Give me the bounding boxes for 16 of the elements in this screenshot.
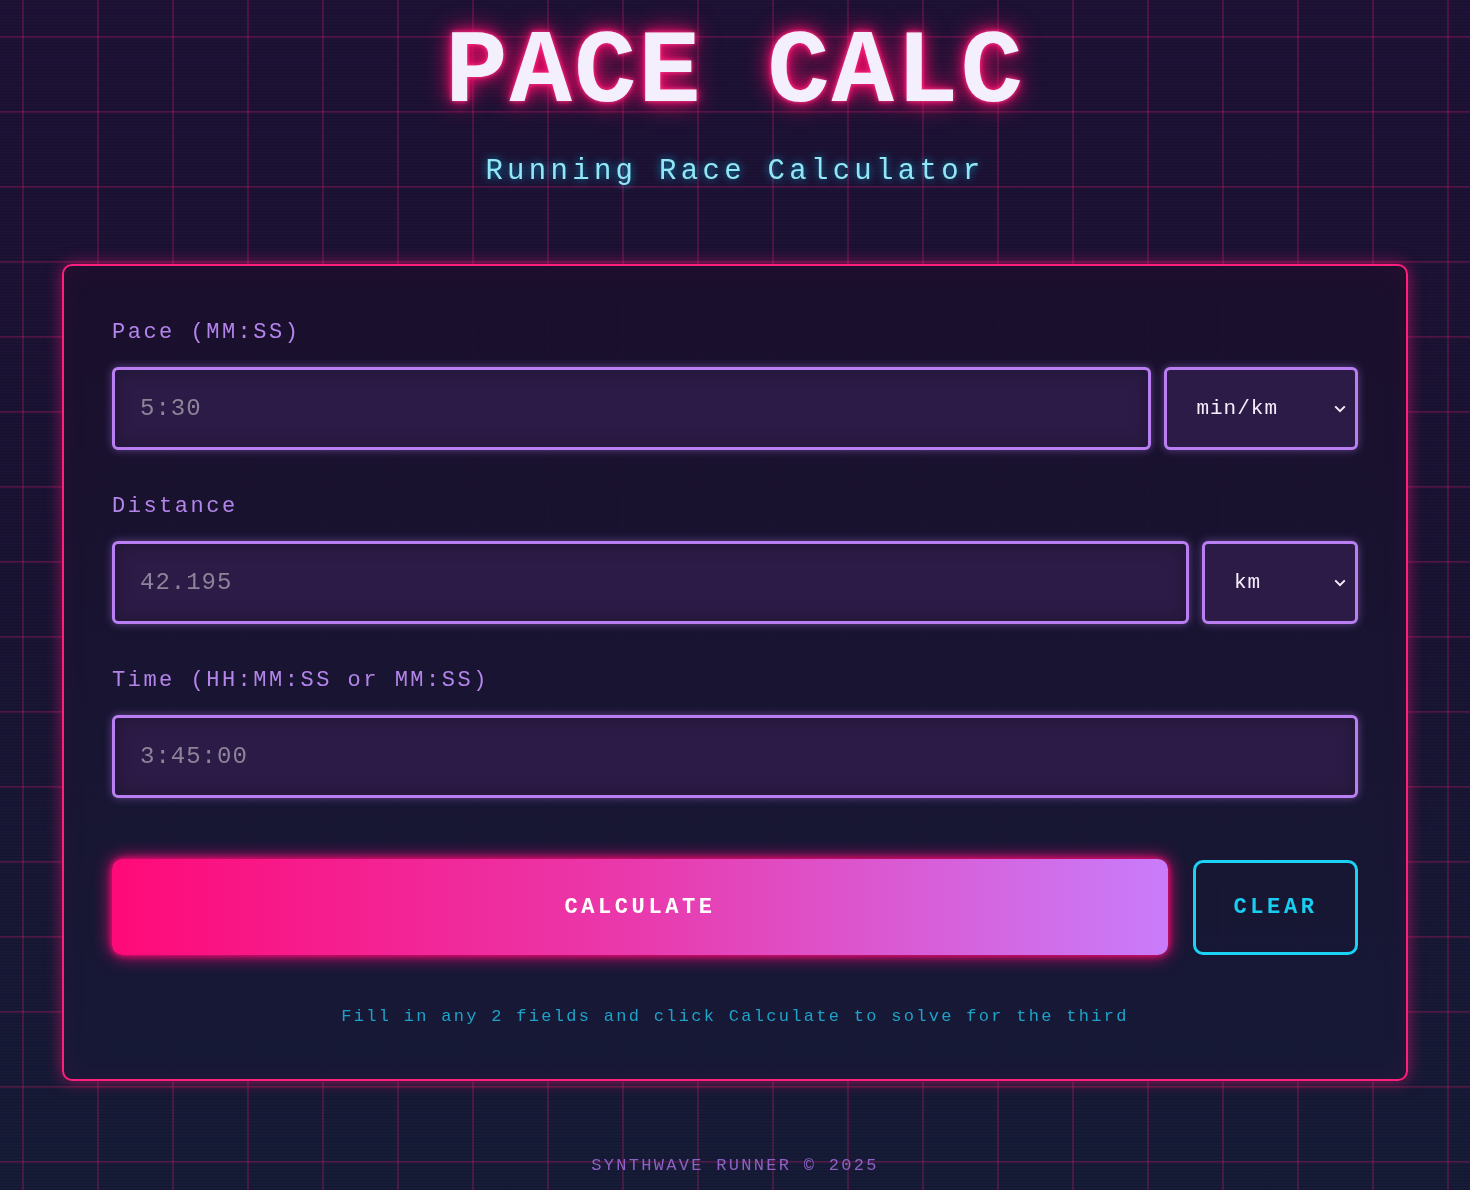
hint-text: Fill in any 2 fields and click Calculate to solve for the third xyxy=(341,1006,1129,1028)
text-input[interactable]: 5:30 xyxy=(112,367,1152,450)
text-input[interactable]: 3:45:00 xyxy=(112,715,1358,798)
field-label: Time (HH:MM:SS or MM:SS) xyxy=(112,667,489,695)
footer-text: SYNTHWAVE RUNNER © 2025 xyxy=(591,1156,879,1176)
unit-select[interactable]: min/km xyxy=(1164,367,1358,450)
field-label: Distance xyxy=(112,493,238,521)
calculate-button[interactable]: CALCULATE xyxy=(112,859,1168,955)
field-label: Pace (MM:SS) xyxy=(112,319,301,347)
unit-select[interactable]: km xyxy=(1202,541,1358,624)
clear-button[interactable]: CLEAR xyxy=(1193,859,1358,955)
app-subtitle: Running Race Calculator xyxy=(485,154,985,190)
app-title: PACE CALC xyxy=(445,14,1025,132)
chevron-down-icon xyxy=(1334,404,1346,413)
chevron-down-icon xyxy=(1334,578,1346,587)
text-input[interactable]: 42.195 xyxy=(112,541,1189,624)
